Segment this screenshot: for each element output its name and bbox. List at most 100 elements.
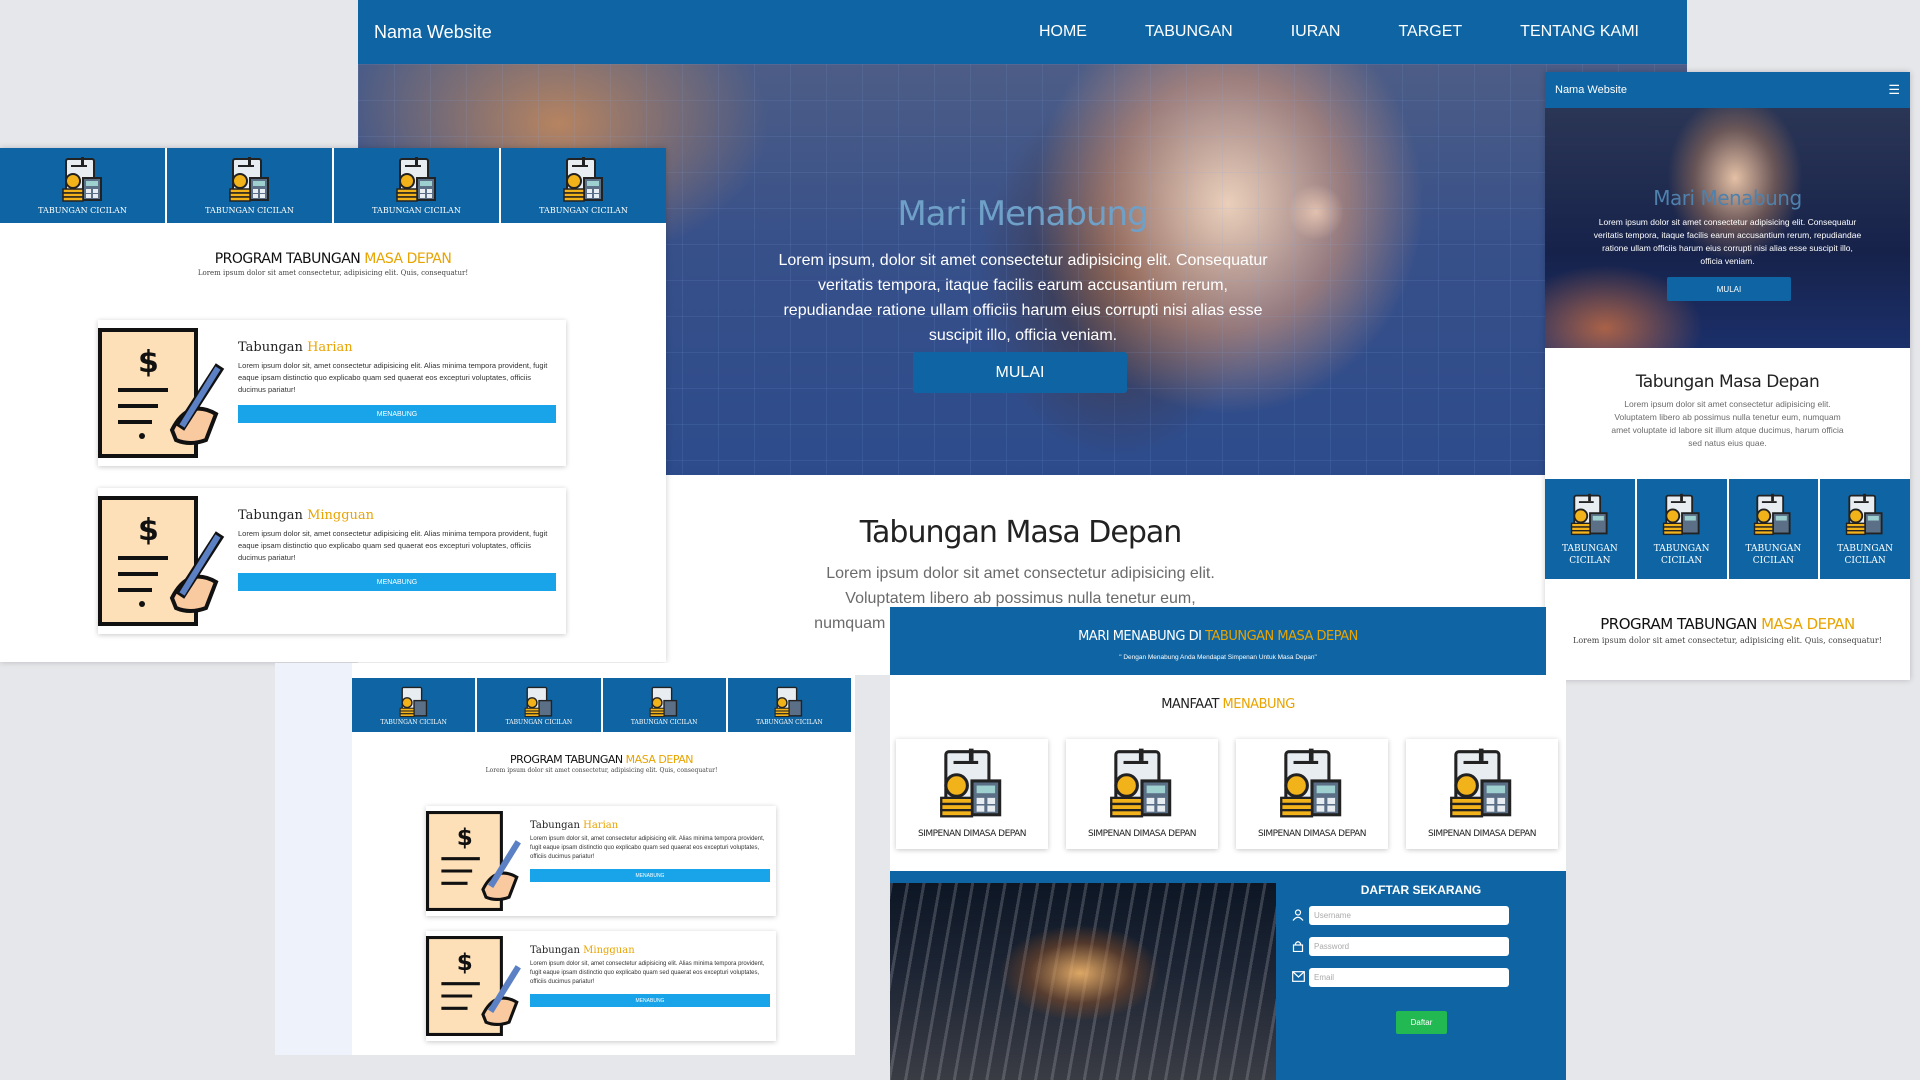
email-input[interactable]: Email <box>1309 968 1509 987</box>
card-description: Lorem ipsum dolor sit, amet consectetur … <box>530 961 765 985</box>
nav-target[interactable]: TARGET <box>1398 23 1462 41</box>
user-icon <box>1292 909 1304 921</box>
savings-card: $ Tabungan Harian Lorem ipsum dolor sit,… <box>98 320 566 466</box>
savings-card: $ Tabungan Mingguan Lorem ipsum dolor si… <box>426 931 776 1041</box>
category-label: TABUNGAN CICILAN <box>1562 544 1618 566</box>
calculator-coins-icon <box>399 686 427 717</box>
card-title-highlight: Mingguan <box>307 508 375 523</box>
password-input[interactable]: Password <box>1309 937 1509 956</box>
category-label: TABUNGAN CICILAN <box>539 206 628 215</box>
category-label: TABUNGAN CICILAN <box>380 718 447 726</box>
category-tile[interactable]: TABUNGAN CICILAN <box>1729 479 1821 579</box>
mobile-program-subtitle: Lorem ipsum dolor sit amet consectetur, … <box>1573 636 1882 645</box>
program-title: PROGRAM TABUNGAN MASA DEPAN <box>352 753 851 766</box>
brand-name[interactable]: Nama Website <box>374 22 492 43</box>
program-subtitle: Lorem ipsum dolor sit amet consectetur, … <box>485 767 718 774</box>
mobile-hero-text: Lorem ipsum dolor sit amet consectetur a… <box>1593 217 1862 266</box>
nav-iuran[interactable]: IURAN <box>1291 23 1341 41</box>
save-button[interactable]: MENABUNG <box>238 405 556 423</box>
card-title-highlight: Harian <box>307 340 353 355</box>
category-tile[interactable]: TABUNGAN CICILAN <box>0 148 167 223</box>
calculator-coins-icon <box>940 748 1002 818</box>
category-tile[interactable]: TABUNGAN CICILAN <box>1820 479 1910 579</box>
category-label: TABUNGAN CICILAN <box>372 206 461 215</box>
program-title-highlight: MASA DEPAN <box>625 753 694 766</box>
benefit-title-highlight: MENABUNG <box>1222 697 1296 712</box>
lock-icon <box>1292 941 1304 952</box>
signing-document-icon: $ <box>426 936 521 1036</box>
card-title: Tabungan Harian <box>530 820 618 831</box>
save-button[interactable]: MENABUNG <box>530 994 770 1007</box>
benefit-card: SIMPENAN DIMASA DEPAN <box>1066 739 1218 849</box>
category-tile[interactable]: TABUNGAN CICILAN <box>477 678 603 732</box>
signing-document-icon: $ <box>98 496 225 626</box>
save-button[interactable]: MENABUNG <box>530 869 770 882</box>
program-title-highlight: MASA DEPAN <box>1761 615 1855 633</box>
category-label: TABUNGAN CICILAN <box>1653 544 1710 566</box>
svg-text:$: $ <box>457 825 473 851</box>
nav-tentang-kami[interactable]: TENTANG KAMI <box>1520 23 1639 41</box>
card-title-highlight: Mingguan <box>583 945 635 956</box>
mobile-section-text: Lorem ipsum dolor sit amet consectetur a… <box>1611 399 1844 448</box>
category-label: TABUNGAN CICILAN <box>205 206 294 215</box>
nav-home[interactable]: HOME <box>1039 23 1087 41</box>
signup-title: DAFTAR SEKARANG <box>1360 883 1482 897</box>
category-label: TABUNGAN CICILAN <box>630 718 698 726</box>
calculator-coins-icon <box>1280 748 1342 818</box>
category-tile[interactable]: TABUNGAN CICILAN <box>334 148 501 223</box>
program-title-prefix: PROGRAM TABUNGAN <box>510 753 626 766</box>
building-photo <box>890 883 1276 1080</box>
nav-tabungan[interactable]: TABUNGAN <box>1145 23 1233 41</box>
benefit-label: SIMPENAN DIMASA DEPAN <box>1088 829 1197 839</box>
mobile-program-title: PROGRAM TABUNGAN MASA DEPAN <box>1545 615 1910 633</box>
promo-banner: MARI MENABUNG DI TABUNGAN MASA DEPAN " D… <box>890 607 1546 675</box>
svg-text:$: $ <box>138 345 159 380</box>
category-label: TABUNGAN CICILAN <box>38 206 127 215</box>
benefit-title-prefix: MANFAAT <box>1161 697 1223 712</box>
mail-icon <box>1292 971 1305 982</box>
mobile-start-button[interactable]: MULAI <box>1667 277 1791 301</box>
mobile-brand[interactable]: Nama Website <box>1555 84 1627 96</box>
savings-card: $ Tabungan Mingguan Lorem ipsum dolor si… <box>98 488 566 634</box>
signing-document-icon: $ <box>98 328 225 458</box>
category-tile[interactable]: TABUNGAN CICILAN <box>603 678 728 732</box>
benefit-card: SIMPENAN DIMASA DEPAN <box>896 739 1048 849</box>
category-tile[interactable]: TABUNGAN CICILAN <box>352 678 478 732</box>
category-tile[interactable]: TABUNGAN CICILAN <box>501 148 666 223</box>
card-title-highlight: Harian <box>583 820 619 831</box>
category-tile[interactable]: TABUNGAN CICILAN <box>1545 479 1637 579</box>
card-description: Lorem ipsum dolor sit, amet consectetur … <box>238 529 548 562</box>
calculator-coins-icon <box>1570 493 1608 536</box>
category-label: TABUNGAN CICILAN <box>756 718 823 726</box>
category-tile[interactable]: TABUNGAN CICILAN <box>167 148 334 223</box>
category-row: TABUNGAN CICILAN TABUNGAN CICILAN TABUNG… <box>352 678 851 732</box>
benefit-title: MANFAAT MENABUNG <box>890 697 1566 712</box>
calculator-coins-icon <box>1754 493 1791 536</box>
calculator-coins-icon <box>524 686 553 717</box>
card-description: Lorem ipsum dolor sit, amet consectetur … <box>530 836 765 860</box>
program-title: PROGRAM TABUNGAN MASA DEPAN <box>0 250 666 267</box>
username-input[interactable]: Username <box>1309 906 1509 925</box>
benefit-label: SIMPENAN DIMASA DEPAN <box>1428 829 1537 839</box>
register-button[interactable]: Daftar <box>1396 1011 1447 1034</box>
category-tile[interactable]: TABUNGAN CICILAN <box>1637 479 1729 579</box>
calculator-coins-icon <box>1110 748 1172 818</box>
svg-text:$: $ <box>457 950 473 976</box>
save-button[interactable]: MENABUNG <box>238 573 556 591</box>
hamburger-menu-icon[interactable]: ☰ <box>1888 82 1900 98</box>
mobile-navbar: Nama Website ☰ <box>1545 72 1910 108</box>
savings-card: $ Tabungan Harian Lorem ipsum dolor sit,… <box>426 806 776 916</box>
main-navbar: Nama Website HOME TABUNGAN IURAN TARGET … <box>358 0 1687 64</box>
hero-start-button[interactable]: MULAI <box>913 352 1127 393</box>
mobile-hero: Mari Menabung Lorem ipsum dolor sit amet… <box>1545 108 1910 348</box>
card-title-prefix: Tabungan <box>530 820 584 831</box>
signing-document-icon: $ <box>426 811 521 911</box>
calculator-coins-icon <box>1450 748 1512 818</box>
program-title-highlight: MASA DEPAN <box>364 251 452 267</box>
benefit-label: SIMPENAN DIMASA DEPAN <box>918 829 1027 839</box>
category-tile[interactable]: TABUNGAN CICILAN <box>728 678 851 732</box>
program-title-prefix: PROGRAM TABUNGAN <box>1600 615 1762 633</box>
bottom-left-preview-panel: TABUNGAN CICILAN TABUNGAN CICILAN TABUNG… <box>352 663 855 1055</box>
svg-text:$: $ <box>138 513 159 548</box>
benefit-label: SIMPENAN DIMASA DEPAN <box>1258 829 1367 839</box>
